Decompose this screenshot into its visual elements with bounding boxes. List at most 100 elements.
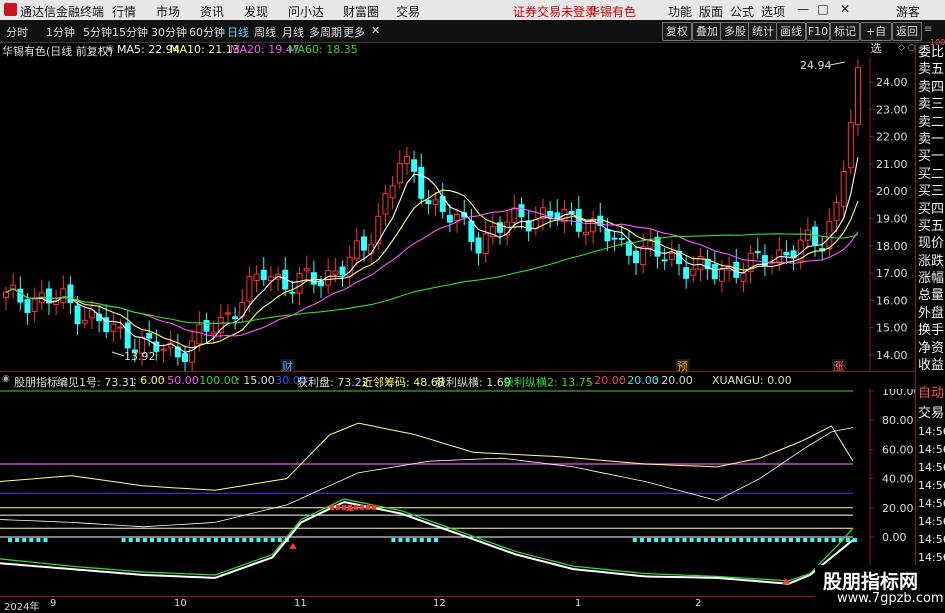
menu-options[interactable]: 选项 [761,3,785,20]
menu-layout[interactable]: 版面 [699,3,723,20]
menu-news[interactable]: 资讯 [200,3,224,20]
candle-body [482,233,489,255]
maximize-icon[interactable]: □ [815,2,831,17]
menu-trade[interactable]: 交易 [396,3,420,20]
indicator-settings-icon[interactable]: ◉ [2,374,10,384]
period-weekly[interactable]: 周线 [254,24,276,40]
menu-quotes[interactable]: 行情 [112,3,136,20]
period-multi[interactable]: 多周期 [309,24,342,40]
candle-body [3,291,9,299]
signal-tick [277,538,282,542]
trade-label[interactable]: 交易 [918,404,945,424]
period-daily[interactable]: 日线 [227,24,249,40]
signal-tick [703,538,708,542]
signal-tick [228,538,233,542]
tick-time: 14:56 [918,443,945,456]
stats-button[interactable]: 统计 [748,22,778,41]
period-15min[interactable]: 15分钟 [112,24,148,40]
ma-settings-icon[interactable]: ◉ [106,44,114,54]
quote-label: 涨幅 [918,271,945,287]
period-60min[interactable]: 60分钟 [189,24,225,40]
signal-tick [739,538,744,542]
ind-y-tick-label: 80.00 [882,414,914,427]
signal-tick [43,538,48,542]
signal-tick [135,538,140,542]
candle-body [189,340,196,363]
period-timeshare[interactable]: 分时 [6,24,28,40]
stock-tab[interactable]: 华锡有色 [588,3,636,20]
menu-ask[interactable]: 问小达 [288,3,324,20]
signal-tick [789,538,793,542]
mark-button[interactable]: 标记 [830,22,860,41]
draw-button[interactable]: 画线 [776,22,806,41]
adjust-button[interactable]: 复权 [662,22,692,41]
multi-stock-button[interactable]: 多股 [720,22,750,41]
tick-time: 14:56 [918,533,945,546]
menu-function[interactable]: 功能 [668,3,692,20]
signal-tick [157,538,162,542]
menu-formula[interactable]: 公式 [730,3,754,20]
add-watchlist-button[interactable]: +自选 [860,22,892,55]
signal-tick [391,538,396,542]
profit-line-2 [0,498,854,582]
f10-button[interactable]: F10 [806,22,830,41]
period-30min[interactable]: 30分钟 [151,24,187,40]
close-icon[interactable]: ✕ [837,2,853,17]
quote-label: 换手 [918,323,945,339]
indicator-param: 编见1号: 73.31 [57,376,136,389]
period-monthly[interactable]: 月线 [282,24,304,40]
y-tick-label: 21.00 [876,158,908,171]
chart-zoom-icon[interactable]: ◇ ○ [898,43,916,53]
signal-tick [774,538,779,542]
login-status[interactable]: 证券交易未登录 [513,3,597,20]
toolbar-close-icon[interactable]: ✕ [371,24,380,37]
signal-tick [434,538,438,542]
signal-tick [824,538,829,542]
candle-body [604,228,611,242]
menu-market[interactable]: 市场 [156,3,180,20]
overlay-button[interactable]: 叠加 [692,22,722,41]
y-tick-label: 16.00 [876,294,908,307]
candle-body [339,266,346,276]
period-5min[interactable]: 5分钟 [83,24,112,40]
title-bar: 通达信金融终端 行情 市场 资讯 发现 问小达 财富圈 交易 证券交易未登录 华… [0,0,945,20]
high-price-label: 24.94 [800,59,832,72]
trade-side-panel: 自动 交易 [918,384,945,424]
signal-tick [263,538,268,542]
trade-label[interactable]: 自动 [918,384,945,404]
tick-time: 14:56 [918,515,945,528]
menu-discover[interactable]: 发现 [244,3,268,20]
right-divider [915,42,916,609]
candle-body [353,240,360,260]
toolbar-menu-icon[interactable]: ≡ [924,24,932,35]
y-tick-label: 17.00 [876,267,908,280]
signal-tick [632,538,637,542]
signal-tick [845,538,850,542]
signal-tick [121,538,126,542]
signal-tick [192,538,197,542]
signal-tick [249,538,254,542]
period-1min[interactable]: 1分钟 [46,24,75,40]
guest-label[interactable]: 游客 [896,3,920,20]
period-more[interactable]: 更多 [343,24,365,40]
quote-label: 卖二 [918,114,945,130]
back-button[interactable]: 返回 [892,22,922,41]
quote-label: 卖五 [918,62,945,78]
candlestick-chart[interactable]: 24.00 23.00 22.00 21.00 20.00 19.00 18.00 17.00… [0,57,915,372]
quote-label: 卖四 [918,79,945,95]
candle-body [454,214,461,222]
signal-tick [199,538,204,542]
indicator-name[interactable]: 股朋指标 [14,374,58,390]
x-label-feb: 2 [695,598,702,609]
ma20-line [5,208,859,337]
quote-label: 买三 [918,184,945,200]
quote-label: 现价 [918,236,945,252]
candle-body [224,312,231,315]
minimize-icon[interactable]: — [795,2,811,17]
candle-body [518,204,525,218]
candle-body [840,171,847,207]
candle-body [203,320,210,332]
indicator-chart[interactable]: 100.00 80.00 60.00 40.00 20.00 0.00 [0,389,915,594]
menu-wealth[interactable]: 财富圈 [343,3,379,20]
signal-bar [360,504,364,510]
